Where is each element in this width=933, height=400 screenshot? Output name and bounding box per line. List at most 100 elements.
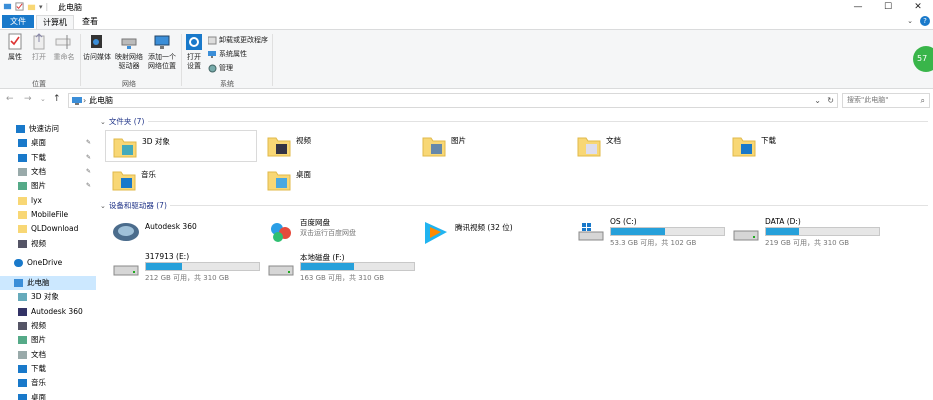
tab-view[interactable]: 查看 — [76, 15, 104, 28]
sidebar-item[interactable]: 桌面 ✎ — [0, 136, 96, 150]
ribbon-expand-icon[interactable]: ⌄ — [907, 17, 913, 25]
picture-icon — [18, 336, 27, 344]
app-icon[interactable] — [3, 2, 12, 11]
breadcrumb-this-pc[interactable]: 此电脑 — [89, 96, 113, 105]
usage-bar-fill — [301, 263, 355, 270]
sidebar-item[interactable]: 图片 ✎ — [0, 179, 96, 193]
network-group-label: 网络 — [122, 80, 136, 88]
music-folder-icon — [112, 171, 136, 191]
drive-item[interactable]: 317913 (E:) 212 GB 可用，共 310 GB — [105, 250, 260, 286]
sidebar-item-label: 文档 — [31, 350, 46, 359]
collapse-chevron-icon[interactable]: ⌄ — [100, 118, 106, 126]
system-properties-button[interactable]: 系统属性 — [208, 49, 247, 59]
qat-dropdown-icon[interactable]: ▾ — [39, 3, 43, 11]
sidebar-item[interactable]: OneDrive — [0, 256, 96, 270]
sidebar-item[interactable]: 3D 对象 — [0, 290, 96, 304]
video-folder-icon — [267, 137, 291, 157]
folder-item[interactable]: 文档 — [570, 130, 722, 162]
sidebar-item[interactable]: QLDownload — [0, 222, 96, 236]
new-folder-quick-icon[interactable] — [27, 2, 36, 11]
sidebar-item[interactable]: 快速访问 — [0, 122, 96, 136]
3d-icon — [18, 293, 27, 301]
navigation-pane: 快速访问 桌面 ✎ 下载 ✎ 文档 ✎ 图片 ✎ lyx MobileFile QLDownload 视… — [0, 117, 96, 400]
address-dropdown-icon[interactable]: ⌄ — [814, 94, 821, 107]
sidebar-item-label: 文档 — [31, 167, 46, 176]
drive-item[interactable]: OS (C:) 53.3 GB 可用，共 102 GB — [570, 215, 725, 251]
folder-item[interactable]: 桌面 — [260, 164, 412, 196]
help-icon[interactable]: ? — [920, 16, 930, 26]
3d-folder-icon — [113, 138, 137, 158]
music-icon — [18, 379, 27, 387]
access-media-button[interactable]: 访问媒体 — [82, 33, 112, 62]
sidebar-item[interactable]: 文档 ✎ — [0, 165, 96, 179]
devices-group-header[interactable]: ⌄ 设备和驱动器 (7) — [100, 200, 167, 211]
sidebar-item[interactable]: Autodesk 360 — [0, 305, 96, 319]
drive-icon — [113, 265, 139, 276]
uninstall-program-button[interactable]: 卸载或更改程序 — [208, 35, 268, 45]
recent-dropdown-icon[interactable]: ⌄ — [40, 95, 46, 103]
collapse-chevron-icon[interactable]: ⌄ — [100, 202, 106, 210]
refresh-icon[interactable]: ↻ — [827, 94, 834, 107]
tab-file[interactable]: 文件 — [2, 15, 34, 28]
folder-icon — [18, 197, 27, 205]
folder-item[interactable]: 下载 — [725, 130, 877, 162]
manage-button[interactable]: 管理 — [208, 63, 233, 73]
folder-item[interactable]: 3D 对象 — [105, 130, 257, 162]
picture-folder-icon — [422, 137, 446, 157]
add-network-location-button[interactable]: 添加一个 网络位置 — [146, 33, 178, 71]
minimize-button[interactable]: — — [843, 0, 873, 14]
sidebar-item[interactable]: 此电脑 — [0, 276, 96, 290]
open-button[interactable]: 打开 — [28, 33, 50, 62]
sidebar-item[interactable]: 视频 — [0, 319, 96, 333]
pin-icon[interactable]: ✎ — [86, 136, 91, 150]
document-icon — [18, 168, 27, 176]
drive-subtitle: 双击运行百度网盘 — [300, 229, 356, 237]
sidebar-item[interactable]: 文档 — [0, 348, 96, 362]
drive-item[interactable]: 腾讯视频 (32 位) — [415, 215, 570, 251]
floating-badge[interactable]: 57 — [913, 46, 933, 72]
rename-button[interactable]: 重命名 — [52, 33, 76, 62]
up-arrow-icon[interactable]: ↑ — [53, 94, 61, 104]
folder-item[interactable]: 视频 — [260, 130, 412, 162]
tab-computer[interactable]: 计算机 — [36, 15, 74, 29]
folder-item[interactable]: 音乐 — [105, 164, 257, 196]
search-icon[interactable]: ⌕ — [921, 94, 925, 107]
drive-item[interactable]: 百度网盘 双击运行百度网盘 — [260, 215, 415, 251]
sidebar-item[interactable]: 下载 ✎ — [0, 151, 96, 165]
drive-name: DATA (D:) — [765, 217, 801, 226]
download-icon — [18, 154, 27, 162]
folder-item[interactable]: 图片 — [415, 130, 567, 162]
sidebar-item[interactable]: MobileFile — [0, 208, 96, 222]
devices-group-label: 设备和驱动器 (7) — [108, 201, 167, 210]
search-input[interactable]: 搜索"此电脑" ⌕ — [842, 93, 930, 108]
pin-icon[interactable]: ✎ — [86, 151, 91, 165]
sidebar-item[interactable]: 下载 — [0, 362, 96, 376]
drive-item[interactable]: Autodesk 360 — [105, 215, 260, 251]
back-arrow-icon[interactable]: ← — [6, 94, 14, 104]
sidebar-item[interactable]: lyx — [0, 194, 96, 208]
sidebar-item[interactable]: 音乐 — [0, 376, 96, 390]
properties-button[interactable]: 属性 — [4, 33, 26, 62]
sidebar-item-label: 桌面 — [31, 393, 46, 400]
add-location-label-1: 添加一个 — [148, 53, 176, 61]
folders-group-header[interactable]: ⌄ 文件夹 (7) — [100, 116, 144, 127]
drive-icon — [268, 265, 294, 276]
drive-item[interactable]: 本地磁盘 (F:) 163 GB 可用，共 310 GB — [260, 250, 415, 286]
properties-quick-icon[interactable] — [15, 2, 24, 11]
map-drive-button[interactable]: 映射网络 驱动器 — [114, 33, 144, 71]
breadcrumb-chevron-icon[interactable]: › — [83, 94, 86, 107]
usage-bar — [610, 227, 725, 236]
address-field[interactable]: › 此电脑 ⌄ ↻ — [68, 93, 838, 108]
folder-icon — [18, 211, 27, 219]
close-button[interactable]: ✕ — [903, 0, 933, 14]
maximize-button[interactable]: ☐ — [873, 0, 903, 14]
sidebar-item[interactable]: 桌面 — [0, 391, 96, 400]
download-folder-icon — [732, 137, 756, 157]
pin-icon[interactable]: ✎ — [86, 165, 91, 179]
drive-item[interactable]: DATA (D:) 219 GB 可用，共 310 GB — [725, 215, 880, 251]
open-settings-button[interactable]: 打开 设置 — [183, 33, 205, 71]
forward-arrow-icon[interactable]: → — [24, 94, 32, 104]
pin-icon[interactable]: ✎ — [86, 179, 91, 193]
sidebar-item[interactable]: 图片 — [0, 333, 96, 347]
sidebar-item[interactable]: 视频 — [0, 237, 96, 251]
